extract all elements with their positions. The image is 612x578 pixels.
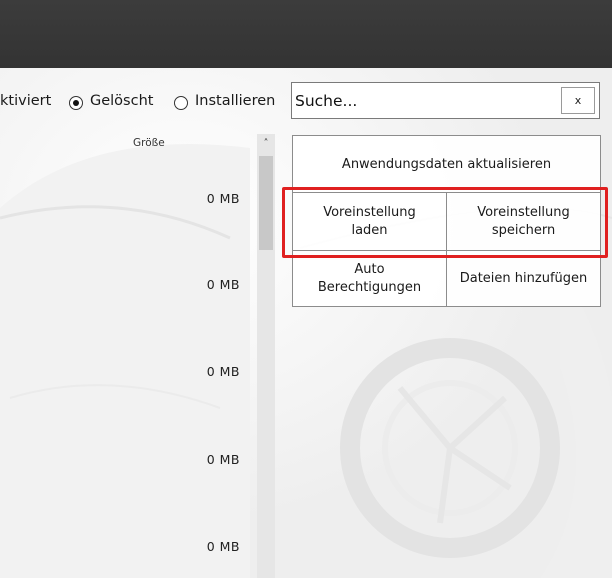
size-cell: 0 MB — [206, 277, 240, 292]
radio-install[interactable] — [174, 96, 188, 110]
save-preset-button[interactable]: Voreinstellung speichern — [446, 192, 601, 251]
search-input[interactable] — [295, 85, 560, 116]
filter-deleted-label[interactable]: Gelöscht — [90, 93, 153, 109]
size-cell: 0 MB — [206, 452, 240, 467]
filter-install-label[interactable]: Installieren — [195, 93, 275, 109]
size-column-header[interactable]: Größe — [133, 137, 165, 149]
size-cell: 0 MB — [206, 191, 240, 206]
search-clear-button[interactable]: x — [561, 87, 595, 114]
refresh-app-data-button[interactable]: Anwendungsdaten aktualisieren — [293, 136, 600, 193]
scroll-thumb[interactable] — [259, 156, 273, 250]
size-cell: 0 MB — [206, 364, 240, 379]
action-panel: Anwendungsdaten aktualisieren Voreinstel… — [292, 135, 601, 307]
radio-deleted[interactable] — [69, 96, 83, 110]
filter-activated-label[interactable]: ktiviert — [0, 93, 51, 109]
auto-permissions-button[interactable]: Auto Berechtigungen — [292, 250, 447, 307]
add-files-button[interactable]: Dateien hinzufügen — [446, 250, 601, 307]
size-cell: 0 MB — [206, 539, 240, 554]
title-bar — [0, 0, 612, 68]
load-preset-button[interactable]: Voreinstellung laden — [292, 192, 447, 251]
list-scrollbar[interactable]: ˄ — [257, 134, 275, 578]
scroll-up-arrow-icon[interactable]: ˄ — [257, 134, 275, 154]
search-box: x — [291, 82, 600, 119]
